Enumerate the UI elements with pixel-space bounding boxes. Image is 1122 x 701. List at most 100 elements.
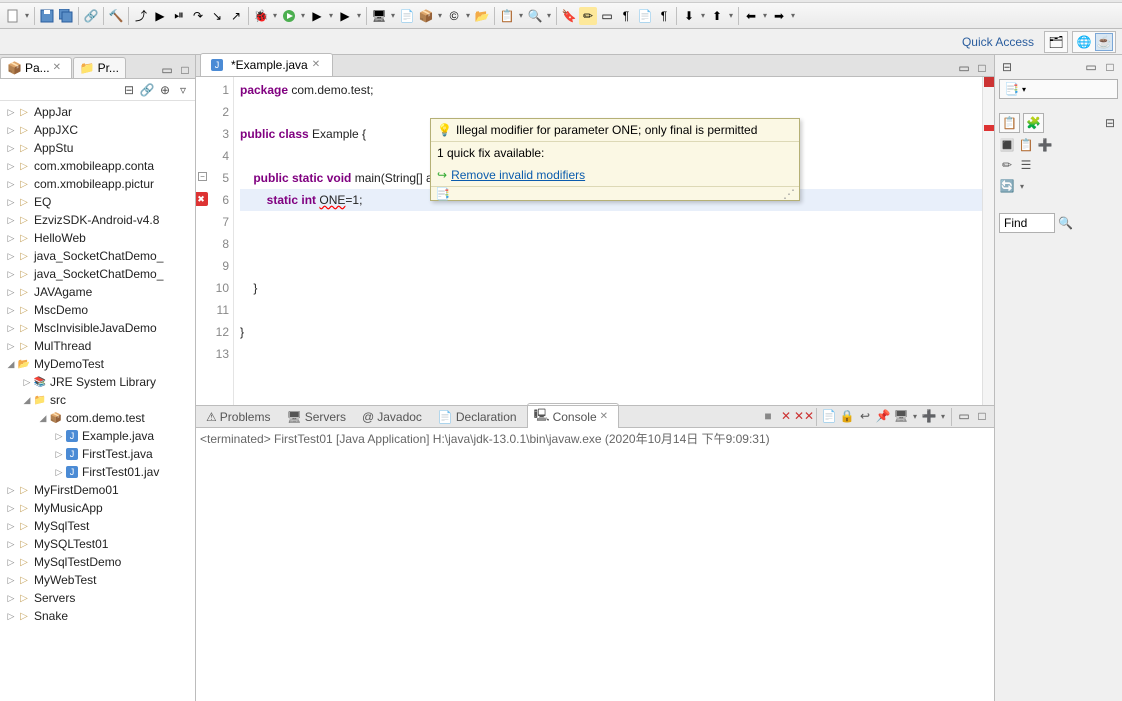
twisty-icon[interactable]: ◢ bbox=[22, 395, 32, 406]
trim-button[interactable]: 🔄 bbox=[999, 178, 1015, 194]
open-perspective-button[interactable]: 🗂 bbox=[1047, 33, 1065, 51]
dropdown[interactable]: ▾ bbox=[789, 7, 797, 25]
dropdown[interactable]: ▾ bbox=[939, 408, 947, 426]
display-console-button[interactable]: 🖥 bbox=[893, 408, 909, 424]
dropdown[interactable]: ▾ bbox=[545, 7, 553, 25]
twisty-icon[interactable]: ▷ bbox=[54, 467, 64, 478]
open-type-button[interactable]: 📂 bbox=[473, 7, 491, 25]
tree-item[interactable]: ▷FirstTest.java bbox=[0, 445, 195, 463]
twisty-icon[interactable]: ▷ bbox=[6, 107, 16, 118]
project-tree[interactable]: ▷AppJar▷AppJXC▷AppStu▷com.xmobileapp.con… bbox=[0, 101, 195, 701]
twisty-icon[interactable]: ▷ bbox=[6, 575, 16, 586]
project-explorer-tab[interactable]: 📁 Pr... bbox=[73, 57, 126, 78]
twisty-icon[interactable]: ▷ bbox=[6, 341, 16, 352]
restore-button[interactable]: ⊟ bbox=[999, 59, 1015, 75]
save-button[interactable] bbox=[38, 7, 56, 25]
find-field[interactable]: Find bbox=[999, 213, 1055, 233]
new-servlet-button[interactable]: 📄 bbox=[398, 7, 416, 25]
open-console-button[interactable]: ➕ bbox=[921, 408, 937, 424]
step-over-button[interactable]: ↷ bbox=[189, 7, 207, 25]
dropdown[interactable]: ▾ bbox=[911, 408, 919, 426]
new-class-button[interactable]: © bbox=[445, 7, 463, 25]
dropdown[interactable]: ▾ bbox=[464, 7, 472, 25]
pin-console-button[interactable]: 📌 bbox=[875, 408, 891, 424]
twisty-icon[interactable]: ▷ bbox=[6, 557, 16, 568]
twisty-icon[interactable]: ▷ bbox=[6, 179, 16, 190]
link-editor-button[interactable]: 🔗 bbox=[139, 82, 155, 98]
trim-button[interactable]: 🔳 bbox=[999, 137, 1015, 153]
tasks-restore-button[interactable]: 📋 bbox=[999, 113, 1020, 133]
maximize-button[interactable]: □ bbox=[974, 408, 990, 424]
trim-button[interactable]: 📋 bbox=[1018, 137, 1034, 153]
tree-item[interactable]: ▷MyFirstDemo01 bbox=[0, 481, 195, 499]
coverage-button[interactable]: ▶ bbox=[308, 7, 326, 25]
run-last-button[interactable]: ▶ bbox=[336, 7, 354, 25]
twisty-icon[interactable]: ▷ bbox=[6, 611, 16, 622]
twisty-icon[interactable]: ▷ bbox=[6, 593, 16, 604]
pilcrow-button[interactable]: ¶ bbox=[655, 7, 673, 25]
tree-item[interactable]: ◢MyDemoTest bbox=[0, 355, 195, 373]
dropdown[interactable]: ▾ bbox=[436, 7, 444, 25]
scroll-lock-button[interactable]: 🔒 bbox=[839, 408, 855, 424]
minimize-button[interactable]: ▭ bbox=[159, 62, 175, 78]
trim-button[interactable]: ☰ bbox=[1018, 157, 1034, 173]
tree-item[interactable]: ▷Example.java bbox=[0, 427, 195, 445]
focus-button[interactable]: ⊕ bbox=[157, 82, 173, 98]
show-whitespace-button[interactable]: ¶ bbox=[617, 7, 635, 25]
overview-error-marker[interactable] bbox=[984, 125, 994, 131]
tree-item[interactable]: ▷AppJar bbox=[0, 103, 195, 121]
next-annotation-button[interactable]: ⬇ bbox=[680, 7, 698, 25]
tree-item[interactable]: ▷Servers bbox=[0, 589, 195, 607]
forward-button[interactable]: ➡ bbox=[770, 7, 788, 25]
tree-item[interactable]: ▷MyMusicApp bbox=[0, 499, 195, 517]
declaration-tab[interactable]: 📄Declaration bbox=[432, 408, 523, 426]
focus-icon[interactable]: 📑 bbox=[435, 187, 450, 201]
dropdown[interactable]: ▾ bbox=[299, 7, 307, 25]
restore-button[interactable]: ⊟ bbox=[1102, 115, 1118, 131]
trim-button[interactable]: ➕ bbox=[1037, 137, 1053, 153]
tree-item[interactable]: ▷MySQLTest01 bbox=[0, 535, 195, 553]
dropdown[interactable]: ▾ bbox=[699, 7, 707, 25]
build-button[interactable]: 🔨 bbox=[107, 7, 125, 25]
twisty-icon[interactable]: ▷ bbox=[6, 269, 16, 280]
tree-item[interactable]: ▷JRE System Library bbox=[0, 373, 195, 391]
word-wrap-button[interactable]: ↩ bbox=[857, 408, 873, 424]
tree-item[interactable]: ▷java_SocketChatDemo_ bbox=[0, 247, 195, 265]
twisty-icon[interactable]: ▷ bbox=[54, 431, 64, 442]
save-all-button[interactable] bbox=[57, 7, 75, 25]
package-explorer-tab[interactable]: 📦 Pa... ✕ bbox=[0, 57, 72, 78]
tree-item[interactable]: ▷FirstTest01.jav bbox=[0, 463, 195, 481]
show-wrap-button[interactable]: 📄 bbox=[636, 7, 654, 25]
skip-button[interactable]: ⤴ bbox=[132, 7, 150, 25]
editor-tab[interactable]: *Example.java ✕ bbox=[200, 53, 333, 76]
new-package-button[interactable]: 📦 bbox=[417, 7, 435, 25]
view-menu-button[interactable]: ▿ bbox=[175, 82, 191, 98]
twisty-icon[interactable]: ▷ bbox=[6, 503, 16, 514]
new-dropdown[interactable]: ▾ bbox=[23, 7, 31, 25]
terminate-button[interactable]: ■ bbox=[760, 408, 776, 424]
tree-item[interactable]: ▷MyWebTest bbox=[0, 571, 195, 589]
twisty-icon[interactable]: ▷ bbox=[6, 197, 16, 208]
back-button[interactable]: ⬅ bbox=[742, 7, 760, 25]
clear-console-button[interactable]: 📄 bbox=[821, 408, 837, 424]
tree-item[interactable]: ◢src bbox=[0, 391, 195, 409]
search-button[interactable]: 🔍 bbox=[526, 7, 544, 25]
new-server-button[interactable]: 🖥 bbox=[370, 7, 388, 25]
twisty-icon[interactable]: ▷ bbox=[6, 521, 16, 532]
new-button[interactable] bbox=[4, 7, 22, 25]
step-button[interactable]: ▶ bbox=[151, 7, 169, 25]
maximize-button[interactable]: □ bbox=[1102, 59, 1118, 75]
dropdown[interactable]: ▾ bbox=[727, 7, 735, 25]
tree-item[interactable]: ◢com.demo.test bbox=[0, 409, 195, 427]
java-ee-perspective[interactable]: 🌐 bbox=[1075, 33, 1093, 51]
tree-item[interactable]: ▷MulThread bbox=[0, 337, 195, 355]
collapse-all-button[interactable]: ⊟ bbox=[121, 82, 137, 98]
tree-item[interactable]: ▷JAVAgame bbox=[0, 283, 195, 301]
dropdown[interactable]: ▾ bbox=[327, 7, 335, 25]
overview-ruler[interactable] bbox=[982, 77, 994, 405]
tree-item[interactable]: ▷java_SocketChatDemo_ bbox=[0, 265, 195, 283]
open-task-button[interactable]: 📋 bbox=[498, 7, 516, 25]
tree-item[interactable]: ▷MscDemo bbox=[0, 301, 195, 319]
tree-item[interactable]: ▷MscInvisibleJavaDemo bbox=[0, 319, 195, 337]
twisty-icon[interactable]: ▷ bbox=[22, 377, 32, 388]
